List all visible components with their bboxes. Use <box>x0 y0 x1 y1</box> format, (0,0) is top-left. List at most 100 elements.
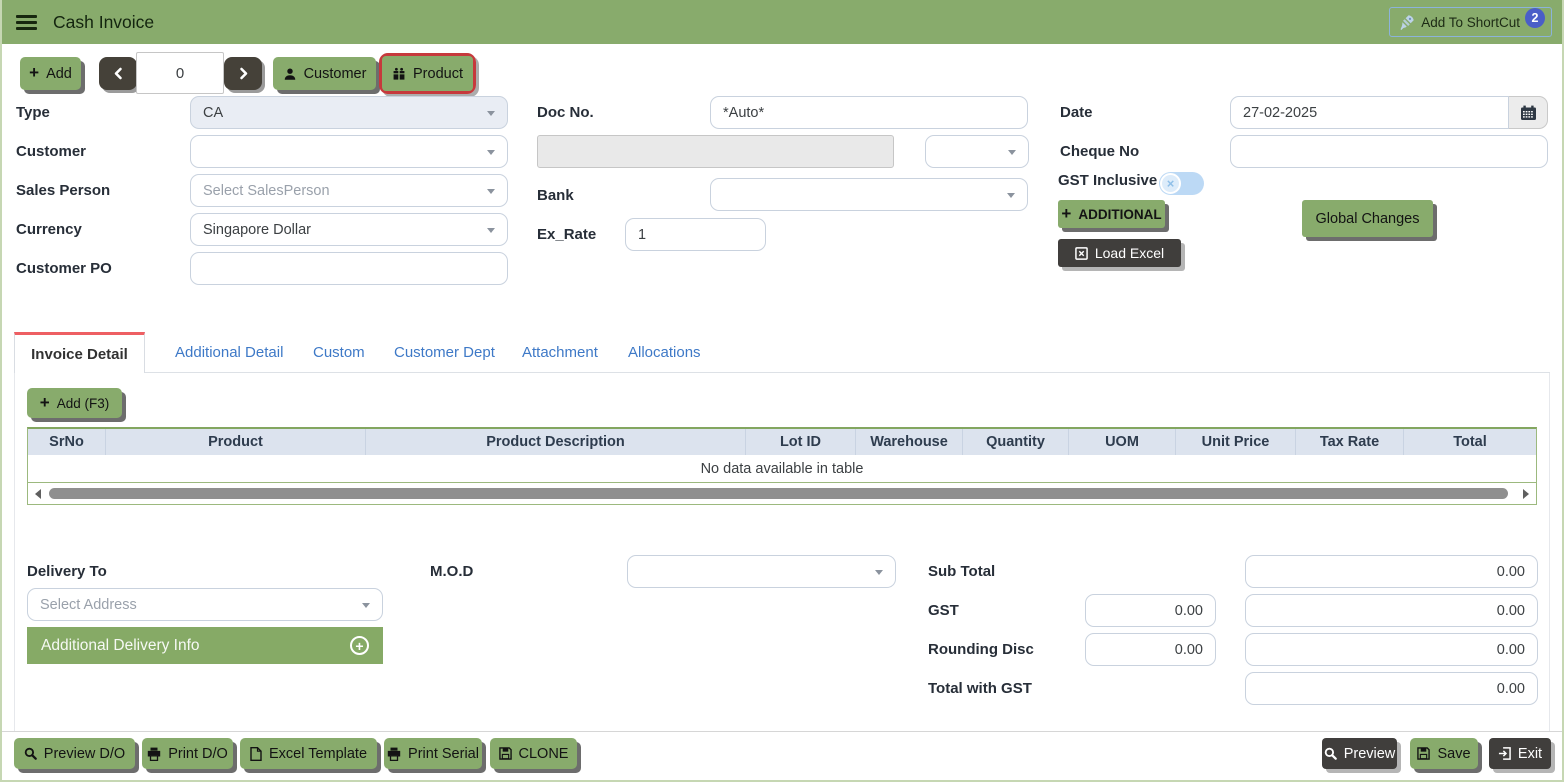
record-prev-button[interactable] <box>99 57 137 90</box>
tab-additional-detail[interactable]: Additional Detail <box>175 332 283 372</box>
tab-bar: Invoice Detail Additional Detail Custom … <box>14 332 1550 373</box>
cheque-no-input[interactable] <box>1230 135 1548 168</box>
add-button[interactable]: + Add <box>20 57 81 90</box>
currency-select[interactable]: Singapore Dollar <box>190 213 508 246</box>
caret-down-icon <box>875 570 883 575</box>
plus-icon: + <box>29 64 39 81</box>
ex-rate-input[interactable] <box>625 218 766 251</box>
caret-down-icon <box>362 603 370 608</box>
ex-rate-label: Ex_Rate <box>537 226 596 243</box>
type-label: Type <box>16 104 50 121</box>
tab-invoice-detail[interactable]: Invoice Detail <box>14 332 145 373</box>
gst-total-label: GST <box>928 602 959 619</box>
caret-down-icon <box>1007 193 1015 198</box>
scroll-right-arrow[interactable] <box>1523 489 1529 499</box>
total-with-gst-input[interactable] <box>1245 672 1538 705</box>
toggle-knob: × <box>1160 173 1181 194</box>
table-h-scrollbar[interactable] <box>28 483 1536 504</box>
tab-custom[interactable]: Custom <box>313 332 365 372</box>
save-button[interactable]: Save <box>1410 738 1478 769</box>
excel-icon <box>1075 247 1088 260</box>
date-label: Date <box>1060 104 1093 121</box>
add-f3-button[interactable]: + Add (F3) <box>27 388 122 418</box>
record-next-button[interactable] <box>224 57 262 90</box>
doc-no-input[interactable] <box>710 96 1028 129</box>
save-icon <box>1417 747 1430 760</box>
gst-input[interactable] <box>1245 594 1538 627</box>
customer-select[interactable] <box>190 135 508 168</box>
print-do-button[interactable]: Print D/O <box>142 738 233 769</box>
save-icon <box>499 747 512 760</box>
excel-template-button[interactable]: Excel Template <box>240 738 377 769</box>
scrollbar-thumb[interactable] <box>49 488 1508 499</box>
global-changes-button[interactable]: Global Changes <box>1302 200 1433 237</box>
column-header-uom: UOM <box>1069 429 1176 455</box>
additional-button[interactable]: + ADDITIONAL <box>1058 200 1165 228</box>
delivery-to-label: Delivery To <box>27 563 107 580</box>
gst-toggle[interactable]: × <box>1159 172 1204 195</box>
date-input[interactable] <box>1230 96 1509 129</box>
type-select[interactable]: CA <box>190 96 508 129</box>
caret-down-icon <box>487 111 495 116</box>
column-header-quantity: Quantity <box>963 429 1069 455</box>
rounding-disc-input[interactable] <box>1245 633 1538 666</box>
tab-allocations[interactable]: Allocations <box>628 332 701 372</box>
gst-rate-input[interactable] <box>1085 594 1216 627</box>
type-value: CA <box>203 105 223 121</box>
column-header-product: Product <box>106 429 366 455</box>
printer-icon <box>147 747 161 761</box>
caret-down-icon <box>487 150 495 155</box>
product-button[interactable]: Product <box>382 56 473 91</box>
empty-table-message: No data available in table <box>28 455 1536 483</box>
print-serial-button[interactable]: Print Serial <box>384 738 482 769</box>
column-header-lot-id: Lot ID <box>746 429 856 455</box>
printer-icon <box>387 747 401 761</box>
add-to-shortcut-button[interactable]: Add To ShortCut 2 <box>1389 7 1552 37</box>
customer-po-input[interactable] <box>190 252 508 285</box>
sub-total-input[interactable] <box>1245 555 1538 588</box>
additional-delivery-info-bar[interactable]: Additional Delivery Info + <box>27 627 383 664</box>
sub-total-label: Sub Total <box>928 563 995 580</box>
sales-person-label: Sales Person <box>16 182 110 199</box>
tab-customer-dept[interactable]: Customer Dept <box>394 332 495 372</box>
preview-button[interactable]: Preview <box>1322 738 1397 769</box>
column-header-product-description: Product Description <box>366 429 746 455</box>
doc-locked-input <box>537 135 894 168</box>
sales-person-select[interactable]: Select SalesPerson <box>190 174 508 207</box>
menu-icon[interactable] <box>16 12 38 33</box>
rounding-disc-label: Rounding Disc <box>928 641 1034 658</box>
scrollbar-track[interactable] <box>46 487 1518 500</box>
cash-invoice-page: Cash Invoice Add To ShortCut 2 + Add Cus… <box>0 0 1564 782</box>
column-header-unit-price: Unit Price <box>1176 429 1296 455</box>
bank-select[interactable] <box>710 178 1028 211</box>
doc-sub-select[interactable] <box>925 135 1029 168</box>
page-title: Cash Invoice <box>53 12 154 33</box>
caret-down-icon <box>1008 150 1016 155</box>
address-select[interactable]: Select Address <box>27 588 383 621</box>
chevron-left-icon <box>113 67 124 80</box>
mod-label: M.O.D <box>430 563 473 580</box>
invoice-table: SrNo Product Product Description Lot ID … <box>27 427 1537 505</box>
preview-do-button[interactable]: Preview D/O <box>14 738 135 769</box>
caret-down-icon <box>487 228 495 233</box>
chevron-right-icon <box>238 67 249 80</box>
calendar-icon <box>1520 105 1537 121</box>
exit-icon <box>1498 747 1511 760</box>
rounding-disc-rate-input[interactable] <box>1085 633 1216 666</box>
scroll-left-arrow[interactable] <box>35 489 41 499</box>
mod-select[interactable] <box>627 555 896 588</box>
exit-button[interactable]: Exit <box>1489 738 1551 769</box>
tab-attachment[interactable]: Attachment <box>522 332 598 372</box>
bank-label: Bank <box>537 187 574 204</box>
record-number-input[interactable] <box>136 52 224 94</box>
column-header-total: Total <box>1404 429 1536 455</box>
clone-button[interactable]: CLONE <box>490 738 577 769</box>
cheque-no-label: Cheque No <box>1060 143 1139 160</box>
plus-icon: + <box>40 394 50 411</box>
currency-value: Singapore Dollar <box>203 222 311 238</box>
load-excel-button[interactable]: Load Excel <box>1058 239 1181 267</box>
address-placeholder: Select Address <box>40 597 137 613</box>
calendar-button[interactable] <box>1509 96 1548 129</box>
customer-button[interactable]: Customer <box>273 57 376 90</box>
shortcut-label: Add To ShortCut <box>1421 15 1520 30</box>
